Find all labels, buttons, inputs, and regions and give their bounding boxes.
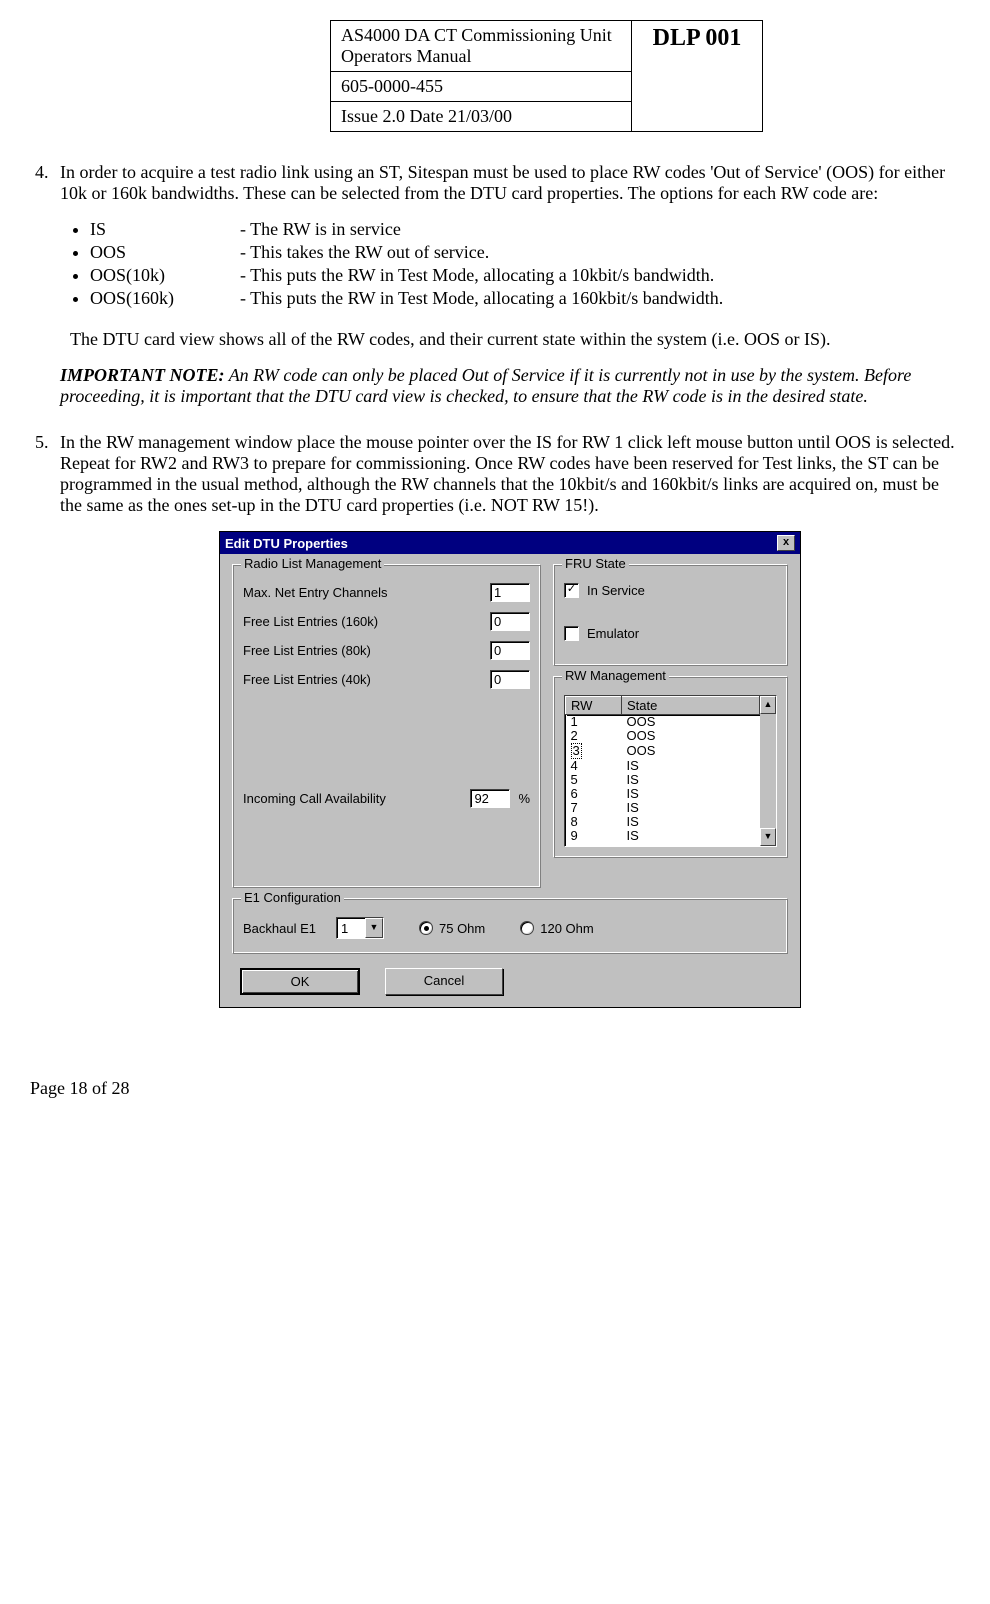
- scrollbar[interactable]: ▲ ▼: [760, 696, 776, 846]
- radio-list-management-group: Radio List Management Max. Net Entry Cha…: [232, 564, 541, 888]
- step-4-number: 4.: [35, 162, 49, 183]
- max-net-entry-label: Max. Net Entry Channels: [243, 585, 490, 600]
- free-80k-label: Free List Entries (80k): [243, 643, 490, 658]
- state-col-header[interactable]: State: [622, 697, 760, 715]
- free-40k-input[interactable]: [490, 670, 530, 689]
- radio-selected-icon[interactable]: [419, 921, 433, 935]
- free-80k-input[interactable]: [490, 641, 530, 660]
- in-service-checkbox[interactable]: ✓: [564, 583, 579, 598]
- emulator-label: Emulator: [587, 626, 639, 641]
- dialog-titlebar[interactable]: Edit DTU Properties x: [220, 532, 800, 554]
- radio-list-legend: Radio List Management: [241, 556, 384, 571]
- in-service-label: In Service: [587, 583, 645, 598]
- rw-option-oos: OOS - This takes the RW out of service.: [90, 242, 960, 263]
- chevron-down-icon[interactable]: ▼: [365, 918, 383, 938]
- percent-label: %: [518, 791, 530, 806]
- backhaul-combo[interactable]: 1 ▼: [336, 917, 384, 939]
- main-content: 4. In order to acquire a test radio link…: [35, 162, 960, 1008]
- step-4-after: The DTU card view shows all of the RW co…: [70, 329, 960, 350]
- table-row[interactable]: 3OOS: [566, 743, 760, 759]
- fru-state-legend: FRU State: [562, 556, 629, 571]
- important-note: IMPORTANT NOTE: An RW code can only be p…: [60, 365, 960, 407]
- step-5-number: 5.: [35, 432, 49, 453]
- note-label: IMPORTANT NOTE:: [60, 365, 225, 385]
- table-row[interactable]: 9IS: [566, 829, 760, 843]
- table-row[interactable]: 1OOS: [566, 715, 760, 730]
- document-header: AS4000 DA CT Commissioning Unit Operator…: [330, 20, 763, 132]
- ohm-120-label: 120 Ohm: [540, 921, 593, 936]
- scroll-down-icon[interactable]: ▼: [760, 828, 776, 846]
- fru-state-group: FRU State ✓ In Service Emulator: [553, 564, 788, 666]
- doc-number: 605-0000-455: [331, 72, 632, 102]
- dialog-title: Edit DTU Properties: [225, 536, 348, 551]
- close-icon[interactable]: x: [777, 535, 795, 551]
- rw-management-group: RW Management RW State 1OOS: [553, 676, 788, 858]
- rw-options-list: IS - The RW is in service OOS - This tak…: [90, 219, 960, 309]
- incoming-call-input[interactable]: [470, 789, 510, 808]
- backhaul-label: Backhaul E1: [243, 921, 316, 936]
- dlp-code: DLP 001: [632, 21, 763, 132]
- step-5: 5. In the RW management window place the…: [60, 432, 960, 1008]
- max-net-entry-input[interactable]: [490, 583, 530, 602]
- free-160k-label: Free List Entries (160k): [243, 614, 490, 629]
- doc-title-line1: AS4000 DA CT Commissioning Unit: [341, 25, 612, 45]
- incoming-call-label: Incoming Call Availability: [243, 791, 470, 806]
- rw-listbox[interactable]: RW State 1OOS 2OOS 3OOS 4IS 5IS: [564, 695, 777, 847]
- table-row[interactable]: 5IS: [566, 773, 760, 787]
- emulator-checkbox[interactable]: [564, 626, 579, 641]
- table-row[interactable]: 7IS: [566, 801, 760, 815]
- rw-option-is: IS - The RW is in service: [90, 219, 960, 240]
- rw-col-header[interactable]: RW: [566, 697, 622, 715]
- doc-title-line2: Operators Manual: [341, 46, 471, 66]
- ohm-75-option[interactable]: 75 Ohm: [419, 921, 485, 936]
- free-40k-label: Free List Entries (40k): [243, 672, 490, 687]
- step-4: 4. In order to acquire a test radio link…: [60, 162, 960, 407]
- rw-option-oos160k: OOS(160k) - This puts the RW in Test Mod…: [90, 288, 960, 309]
- step-4-text: In order to acquire a test radio link us…: [60, 162, 945, 203]
- page-footer: Page 18 of 28: [30, 1078, 960, 1099]
- scroll-up-icon[interactable]: ▲: [760, 696, 776, 714]
- doc-issue: Issue 2.0 Date 21/03/00: [331, 102, 632, 132]
- ok-button[interactable]: OK: [240, 968, 360, 995]
- radio-unselected-icon[interactable]: [520, 921, 534, 935]
- doc-title-cell: AS4000 DA CT Commissioning Unit Operator…: [331, 21, 632, 72]
- rw-management-legend: RW Management: [562, 668, 669, 683]
- table-row[interactable]: 4IS: [566, 759, 760, 773]
- table-row[interactable]: 2OOS: [566, 729, 760, 743]
- step-5-text: In the RW management window place the mo…: [60, 432, 955, 515]
- table-row[interactable]: 8IS: [566, 815, 760, 829]
- edit-dtu-properties-dialog: Edit DTU Properties x Radio List Managem…: [219, 531, 801, 1008]
- backhaul-value: 1: [337, 920, 365, 937]
- free-160k-input[interactable]: [490, 612, 530, 631]
- ohm-75-label: 75 Ohm: [439, 921, 485, 936]
- e1-configuration-group: E1 Configuration Backhaul E1 1 ▼ 75 Ohm: [232, 898, 788, 954]
- cancel-button[interactable]: Cancel: [385, 968, 503, 995]
- ohm-120-option[interactable]: 120 Ohm: [520, 921, 593, 936]
- table-row[interactable]: 6IS: [566, 787, 760, 801]
- e1-legend: E1 Configuration: [241, 890, 344, 905]
- rw-option-oos10k: OOS(10k) - This puts the RW in Test Mode…: [90, 265, 960, 286]
